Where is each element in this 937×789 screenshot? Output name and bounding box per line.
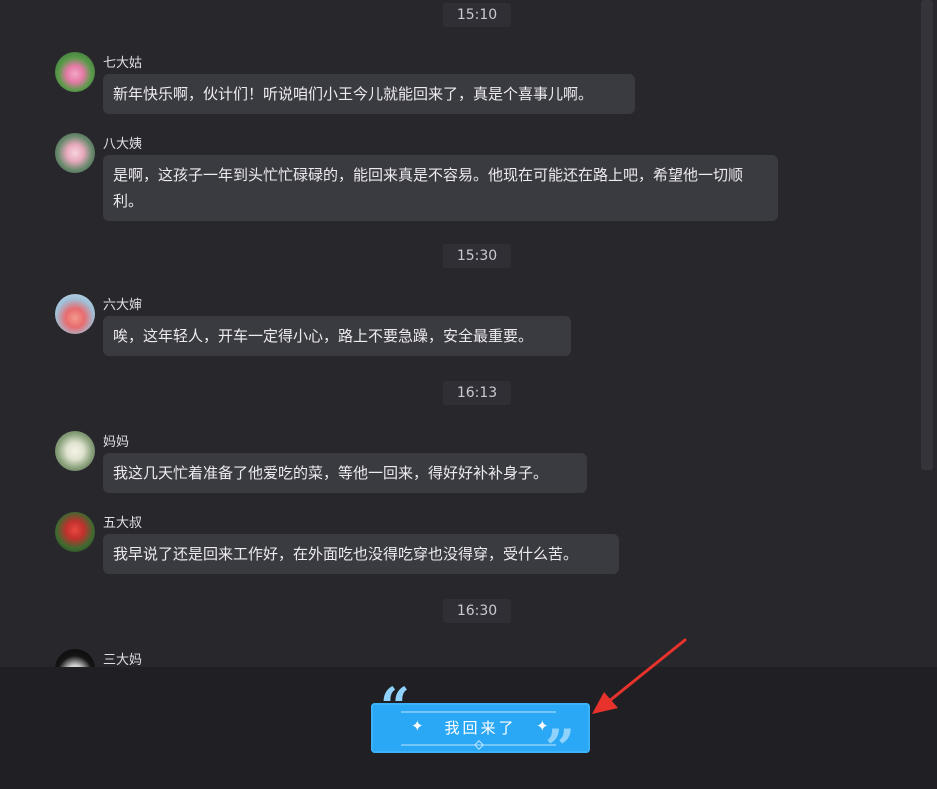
sparkle-icon: ✦	[411, 717, 424, 735]
sender-name: 妈妈	[103, 435, 130, 450]
avatar[interactable]	[55, 512, 95, 552]
avatar[interactable]	[55, 52, 95, 92]
timestamp: 15:10	[442, 3, 512, 27]
quote-icon: ”	[545, 719, 575, 780]
sender-name: 七大姑	[103, 56, 143, 71]
avatar[interactable]	[55, 133, 95, 173]
scrollbar[interactable]	[921, 0, 933, 470]
timestamp: 15:30	[442, 244, 512, 268]
sticker-button[interactable]: 我回来了 ✦ ✦ “ ”	[365, 682, 600, 776]
chat-area[interactable]: 15:10 七大姑 新年快乐啊，伙计们！听说咱们小王今儿就能回来了，真是个喜事儿…	[0, 0, 937, 667]
message-bubble: 我早说了还是回来工作好，在外面吃也没得吃穿也没得穿，受什么苦。	[103, 534, 619, 574]
sender-name: 六大婶	[103, 298, 143, 313]
timestamp: 16:13	[442, 381, 512, 405]
message-bubble: 我这几天忙着准备了他爱吃的菜，等他一回来，得好好补补身子。	[103, 453, 587, 493]
avatar[interactable]	[55, 431, 95, 471]
sender-name: 八大姨	[103, 137, 143, 152]
message-bubble: 唉，这年轻人，开车一定得小心，路上不要急躁，安全最重要。	[103, 316, 571, 356]
avatar[interactable]	[55, 294, 95, 334]
quote-icon: “	[380, 677, 410, 738]
avatar[interactable]	[55, 649, 95, 667]
timestamp: 16:30	[442, 599, 512, 623]
sender-name: 五大叔	[103, 516, 143, 531]
sender-name: 三大妈	[103, 653, 143, 667]
message-bubble: 是啊，这孩子一年到头忙忙碌碌的，能回来真是不容易。他现在可能还在路上吧，希望他一…	[103, 155, 778, 221]
annotation-arrow-icon	[592, 638, 687, 714]
message-bubble: 新年快乐啊，伙计们！听说咱们小王今儿就能回来了，真是个喜事儿啊。	[103, 74, 635, 114]
